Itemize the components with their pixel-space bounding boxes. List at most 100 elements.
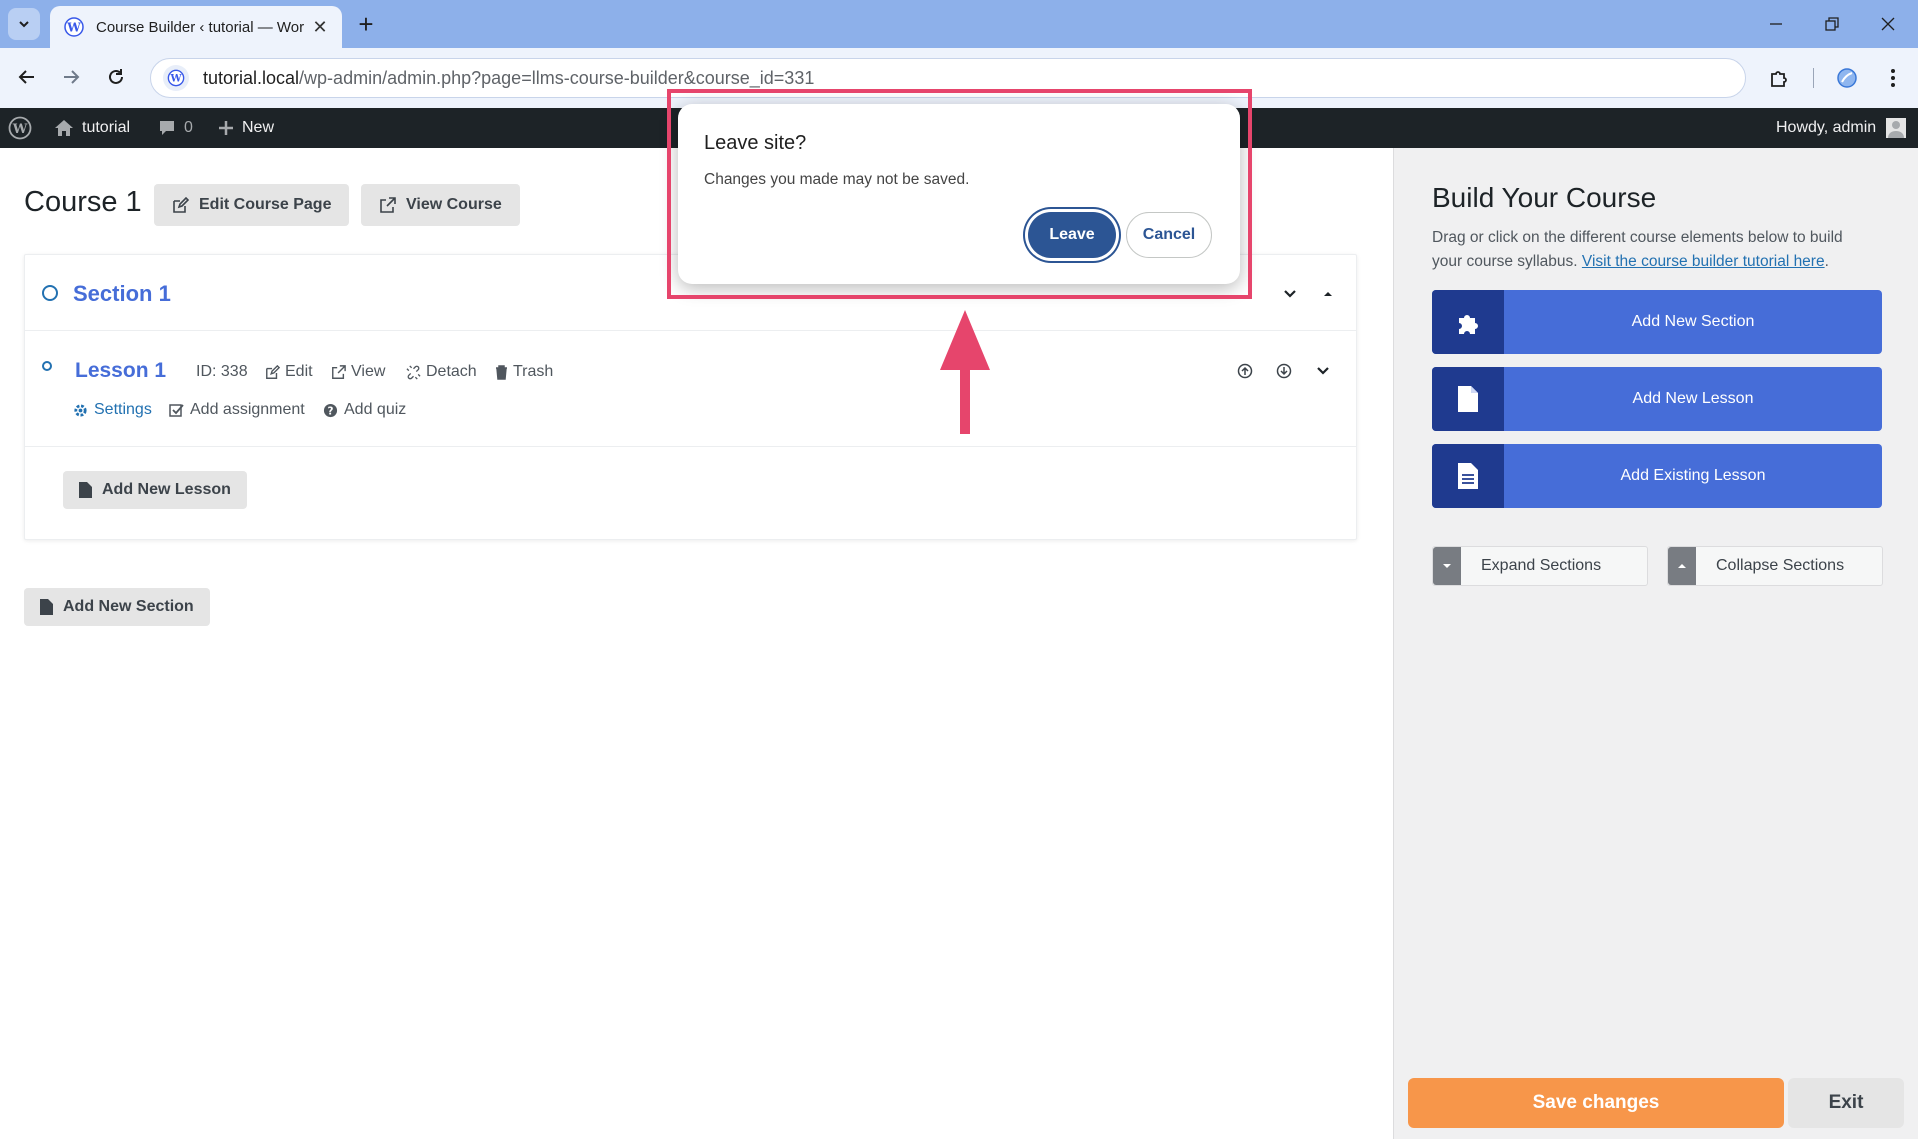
profile-button[interactable] bbox=[1832, 63, 1862, 93]
reload-icon bbox=[109, 69, 123, 84]
url-text: tutorial.local/wp-admin/admin.php?page=l… bbox=[203, 68, 814, 89]
extensions-button[interactable] bbox=[1764, 63, 1794, 93]
lesson-view-link[interactable]: View bbox=[331, 363, 385, 381]
tab-list-button[interactable] bbox=[8, 8, 40, 40]
arrow-circle-up-icon bbox=[1237, 363, 1253, 379]
add-quiz-label: Add quiz bbox=[344, 401, 407, 418]
sidebar-desc-end: . bbox=[1824, 253, 1829, 270]
lesson-title[interactable]: Lesson 1 bbox=[75, 359, 166, 383]
section-drag-handle[interactable] bbox=[42, 285, 58, 301]
sidebar-add-lesson-label: Add New Lesson bbox=[1632, 390, 1754, 407]
tutorial-link[interactable]: Visit the course builder tutorial here bbox=[1582, 253, 1825, 270]
gear-icon bbox=[74, 403, 87, 417]
my-account-menu[interactable]: Howdy, admin bbox=[1776, 108, 1907, 148]
external-link-icon bbox=[380, 196, 396, 213]
arrow-right-icon bbox=[64, 70, 80, 84]
new-tab-button[interactable]: + bbox=[352, 9, 380, 39]
tab-close-icon[interactable]: ✕ bbox=[310, 17, 330, 37]
add-quiz-link[interactable]: ? Add quiz bbox=[323, 401, 406, 419]
comment-icon bbox=[160, 121, 174, 135]
section-add-lesson-button[interactable]: Add New Lesson bbox=[63, 471, 247, 509]
browser-tab-bar: W Course Builder ‹ tutorial — Wor ✕ + bbox=[0, 0, 1918, 48]
howdy-text: Howdy, admin bbox=[1776, 119, 1877, 136]
file-icon bbox=[40, 599, 53, 615]
lesson-trash-label: Trash bbox=[513, 363, 554, 380]
more-vertical-icon bbox=[1891, 69, 1895, 87]
home-icon bbox=[55, 120, 73, 136]
exit-button[interactable]: Exit bbox=[1788, 1078, 1904, 1128]
view-course-button[interactable]: View Course bbox=[361, 184, 520, 226]
sidebar-title: Build Your Course bbox=[1432, 182, 1657, 213]
collapse-sections-label: Collapse Sections bbox=[1716, 557, 1845, 574]
add-new-section-label: Add New Section bbox=[63, 598, 194, 615]
lesson-trash-link[interactable]: Trash bbox=[495, 363, 553, 381]
expand-sections-label: Expand Sections bbox=[1481, 557, 1602, 574]
edit-icon bbox=[266, 364, 280, 379]
lesson-edit-link[interactable]: Edit bbox=[265, 363, 313, 381]
lesson-settings-link[interactable]: Settings bbox=[73, 401, 152, 419]
puzzle-piece-icon bbox=[1771, 71, 1787, 87]
lesson-expand-button[interactable] bbox=[1313, 361, 1333, 381]
chevron-down-icon bbox=[1317, 367, 1329, 375]
avatar bbox=[1886, 118, 1907, 138]
external-link-icon bbox=[332, 364, 346, 379]
lesson-row[interactable]: Lesson 1 ID: 338 Edit View Detach Trash … bbox=[25, 331, 1356, 447]
highlight-box bbox=[667, 89, 1252, 299]
caret-up-icon bbox=[1324, 292, 1332, 296]
browser-tab[interactable]: W Course Builder ‹ tutorial — Wor ✕ bbox=[50, 6, 342, 48]
add-assignment-label: Add assignment bbox=[190, 401, 305, 418]
restore-button[interactable] bbox=[1812, 6, 1852, 42]
add-new-section-button[interactable]: Add New Section bbox=[24, 588, 210, 626]
lesson-detach-link[interactable]: Detach bbox=[406, 363, 477, 381]
collapse-sections-button[interactable]: Collapse Sections bbox=[1667, 546, 1883, 586]
section-move-up-button[interactable] bbox=[1317, 283, 1339, 305]
restore-icon bbox=[1825, 17, 1839, 31]
sidebar-add-existing-lesson-label: Add Existing Lesson bbox=[1620, 467, 1766, 484]
section-expand-button[interactable] bbox=[1279, 283, 1301, 305]
arrow-left-icon bbox=[18, 70, 34, 84]
unlink-icon bbox=[406, 364, 421, 380]
site-info-icon[interactable]: W bbox=[163, 65, 189, 91]
menu-button[interactable] bbox=[1878, 63, 1908, 93]
section-title[interactable]: Section 1 bbox=[73, 281, 171, 307]
lesson-move-up-button[interactable] bbox=[1235, 361, 1255, 381]
close-icon bbox=[1881, 17, 1895, 31]
minimize-button[interactable] bbox=[1756, 6, 1796, 42]
url-path: /wp-admin/admin.php?page=llms-course-bui… bbox=[299, 67, 815, 88]
lesson-move-down-button[interactable] bbox=[1274, 361, 1294, 381]
new-content-menu[interactable]: New bbox=[218, 108, 274, 148]
lesson-detach-label: Detach bbox=[426, 363, 477, 380]
annotation-arrow-icon bbox=[940, 310, 990, 434]
add-assignment-link[interactable]: Add assignment bbox=[169, 401, 305, 419]
builder-sidebar: Build Your Course Drag or click on the d… bbox=[1393, 148, 1918, 1139]
puzzle-icon bbox=[1432, 290, 1504, 354]
edit-course-page-button[interactable]: Edit Course Page bbox=[154, 184, 350, 226]
profile-icon bbox=[1837, 68, 1857, 88]
arrow-circle-down-icon bbox=[1276, 363, 1292, 379]
close-window-button[interactable] bbox=[1868, 6, 1908, 42]
sidebar-add-lesson-button[interactable]: Add New Lesson bbox=[1432, 367, 1882, 431]
site-name-menu[interactable]: tutorial bbox=[54, 108, 130, 148]
sidebar-add-existing-lesson-button[interactable]: Add Existing Lesson bbox=[1432, 444, 1882, 508]
edit-course-page-label: Edit Course Page bbox=[199, 196, 332, 213]
forward-button[interactable] bbox=[54, 60, 88, 94]
question-circle-icon: ? bbox=[323, 403, 338, 417]
new-label: New bbox=[242, 119, 275, 136]
chevron-down-icon bbox=[1284, 290, 1296, 298]
expand-sections-button[interactable]: Expand Sections bbox=[1432, 546, 1648, 586]
chevron-down-icon bbox=[19, 21, 29, 28]
comments-menu[interactable]: 0 bbox=[158, 108, 193, 148]
lesson-edit-label: Edit bbox=[285, 363, 313, 380]
trash-icon bbox=[496, 364, 507, 380]
lesson-drag-handle[interactable] bbox=[42, 361, 52, 371]
site-name: tutorial bbox=[82, 119, 131, 136]
file-text-icon bbox=[1432, 444, 1504, 508]
wp-logo-menu[interactable]: W bbox=[8, 108, 32, 148]
back-button[interactable] bbox=[10, 60, 44, 94]
reload-button[interactable] bbox=[99, 60, 133, 94]
file-icon bbox=[79, 482, 92, 498]
caret-down-icon bbox=[1433, 547, 1461, 585]
save-changes-button[interactable]: Save changes bbox=[1408, 1078, 1784, 1128]
sidebar-add-section-button[interactable]: Add New Section bbox=[1432, 290, 1882, 354]
view-course-label: View Course bbox=[406, 196, 502, 213]
